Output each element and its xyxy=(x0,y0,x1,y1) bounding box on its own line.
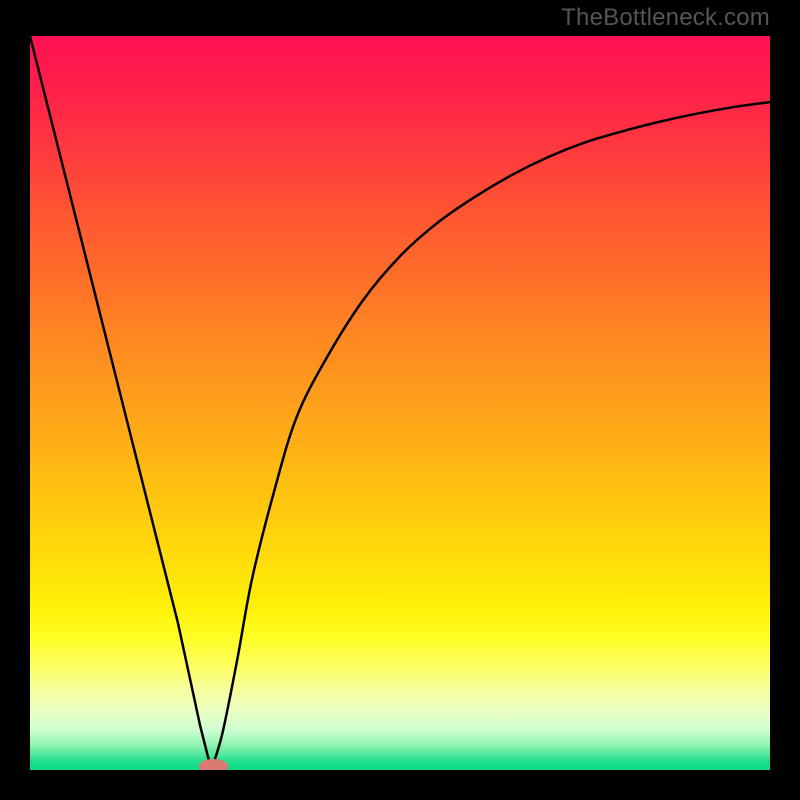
bottleneck-curve xyxy=(30,36,770,770)
plot-area xyxy=(30,36,770,770)
minimum-marker xyxy=(199,759,229,770)
attribution-text: TheBottleneck.com xyxy=(561,4,770,32)
curve-svg xyxy=(30,36,770,770)
